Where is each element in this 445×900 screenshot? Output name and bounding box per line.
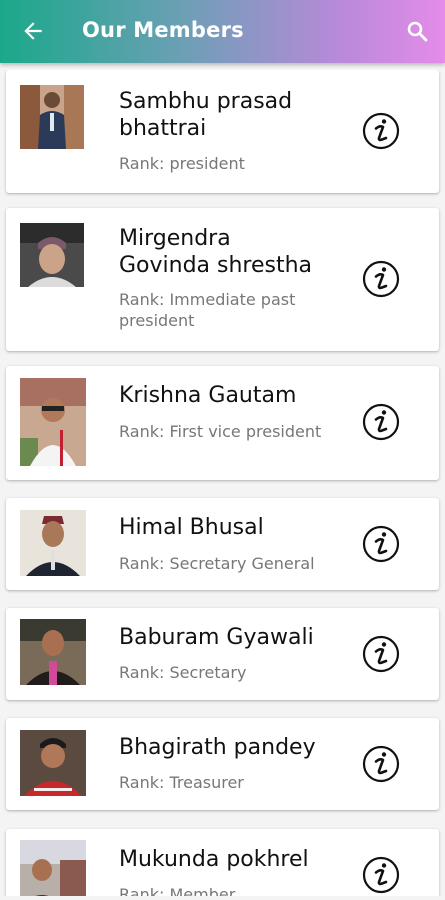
search-icon[interactable] bbox=[405, 19, 429, 43]
member-card[interactable]: Krishna Gautam Rank: First vice presiden… bbox=[6, 366, 439, 480]
member-card[interactable]: Himal Bhusal Rank: Secretary General bbox=[6, 498, 439, 590]
info-icon[interactable] bbox=[362, 856, 400, 894]
page-title: Our Members bbox=[82, 18, 244, 42]
member-rank: Rank: Treasurer bbox=[119, 773, 244, 792]
member-card[interactable]: Bhagirath pandey Rank: Treasurer bbox=[6, 718, 439, 810]
back-arrow-icon[interactable] bbox=[20, 18, 46, 44]
info-icon[interactable] bbox=[362, 403, 400, 441]
member-card[interactable]: Mukunda pokhrel Rank: Member bbox=[6, 829, 439, 896]
member-list[interactable]: Sambhu prasad bhattrai Rank: president M… bbox=[0, 70, 445, 896]
member-card[interactable]: Sambhu prasad bhattrai Rank: president bbox=[6, 70, 439, 193]
member-photo bbox=[20, 510, 86, 576]
info-icon[interactable] bbox=[362, 745, 400, 783]
member-card[interactable]: Mirgendra Govinda shrestha Rank: Immedia… bbox=[6, 208, 439, 351]
member-photo bbox=[20, 619, 86, 685]
member-photo bbox=[20, 223, 84, 287]
member-rank: Rank: Secretary General bbox=[119, 554, 315, 573]
info-icon[interactable] bbox=[362, 112, 400, 150]
member-name: Bhagirath pandey bbox=[119, 735, 316, 760]
member-photo bbox=[20, 730, 86, 796]
member-rank: Rank: Secretary bbox=[119, 663, 247, 682]
info-icon[interactable] bbox=[362, 525, 400, 563]
info-icon[interactable] bbox=[362, 260, 400, 298]
member-name: Krishna Gautam bbox=[119, 383, 297, 408]
info-icon[interactable] bbox=[362, 635, 400, 673]
member-photo bbox=[20, 840, 86, 896]
member-rank: Rank: First vice president bbox=[119, 422, 322, 441]
member-rank: Rank: Member bbox=[119, 885, 236, 896]
member-name: Himal Bhusal bbox=[119, 515, 264, 540]
member-photo bbox=[20, 378, 86, 466]
member-photo bbox=[20, 85, 84, 149]
member-rank: Rank: Immediate past president bbox=[119, 290, 296, 330]
bottom-edge bbox=[0, 896, 445, 900]
member-rank: Rank: president bbox=[119, 154, 245, 173]
member-name: Mirgendra Govinda shrestha bbox=[119, 226, 313, 278]
member-name: Mukunda pokhrel bbox=[119, 847, 309, 872]
member-card[interactable]: Baburam Gyawali Rank: Secretary bbox=[6, 608, 439, 700]
app-bar: Our Members bbox=[0, 0, 445, 63]
member-name: Baburam Gyawali bbox=[119, 625, 314, 650]
member-name: Sambhu prasad bhattrai bbox=[119, 89, 293, 141]
